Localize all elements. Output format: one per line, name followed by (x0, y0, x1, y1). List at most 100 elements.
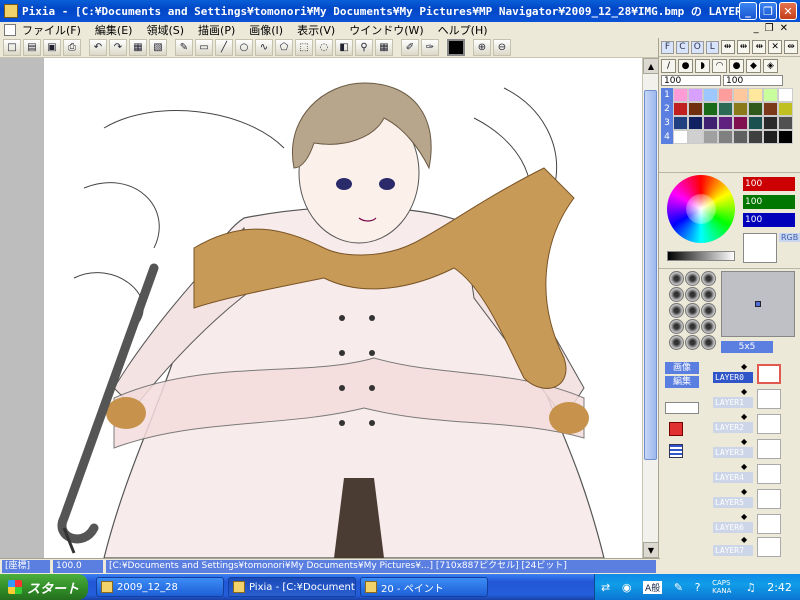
layer-row-5[interactable]: ◆ LAYER5 (705, 487, 799, 511)
palette-swatch[interactable] (733, 102, 748, 116)
palette-swatch[interactable] (688, 116, 703, 130)
palette-swatch[interactable] (703, 116, 718, 130)
layer-row-1[interactable]: ◆ LAYER1 (705, 387, 799, 411)
diamond-tip-icon[interactable]: ◆ (746, 59, 761, 73)
panel-close-icon[interactable]: ✕ (768, 40, 783, 54)
rgb-mode-button[interactable]: RGB (779, 233, 800, 242)
panel-move-icon[interactable]: ⇹ (720, 40, 735, 54)
panel-move-icon-4[interactable]: ⇹ (784, 40, 798, 54)
scroll-up-icon[interactable]: ▲ (643, 58, 659, 74)
palette-swatch[interactable] (688, 130, 703, 144)
brush-shape-option[interactable] (701, 303, 716, 318)
task-folder[interactable]: 2009_12_28 (96, 577, 224, 597)
palette-row-3[interactable]: 3 (661, 116, 673, 130)
mdi-close-button[interactable]: ✕ (780, 23, 794, 34)
clock[interactable]: 2:42 (767, 581, 792, 594)
palette-swatch[interactable] (688, 102, 703, 116)
mdi-restore-button[interactable]: ❐ (765, 23, 780, 34)
layer-visibility-icon[interactable]: ◆ (741, 412, 747, 421)
blue-value-field[interactable]: 100 (743, 213, 795, 227)
layer-visibility-icon[interactable]: ◆ (741, 462, 747, 471)
green-value-field[interactable]: 100 (743, 195, 795, 209)
layer-row-2[interactable]: ◆ LAYER2 (705, 412, 799, 436)
palette-swatch[interactable] (748, 88, 763, 102)
brush-shape-option[interactable] (685, 319, 700, 334)
help-icon[interactable]: ? (695, 581, 701, 594)
paste-icon[interactable]: ▧ (149, 39, 167, 56)
palette-swatch[interactable] (763, 130, 778, 144)
palette-swatch[interactable] (748, 130, 763, 144)
palette-swatch[interactable] (778, 130, 793, 144)
menu-draw[interactable]: 描画(P) (198, 22, 235, 38)
network-icon[interactable]: ⇄ (601, 581, 610, 594)
scroll-down-icon[interactable]: ▼ (643, 542, 659, 558)
maximize-button[interactable]: ❐ (759, 2, 777, 20)
zoom-in-icon[interactable]: ⊕ (473, 39, 491, 56)
layer-row-6[interactable]: ◆ LAYER6 (705, 512, 799, 536)
smudge-icon[interactable]: ✑ (421, 39, 439, 56)
brush-shape-option[interactable] (669, 303, 684, 318)
new-file-icon[interactable]: □ (3, 39, 21, 56)
pen-icon[interactable]: ✎ (175, 39, 193, 56)
eyedropper-icon[interactable]: ⚲ (355, 39, 373, 56)
panel-move-icon-3[interactable]: ⇹ (752, 40, 767, 54)
hard-tip-icon[interactable]: ● (729, 59, 744, 73)
volume-icon[interactable]: ♫ (746, 581, 756, 594)
palette-swatch[interactable] (733, 88, 748, 102)
brush-shape-option[interactable] (669, 287, 684, 302)
save-icon[interactable]: ▣ (43, 39, 61, 56)
start-button[interactable]: スタート (0, 574, 88, 600)
layer-visibility-icon[interactable]: ◆ (741, 362, 747, 371)
layer-opacity-field[interactable] (665, 402, 699, 414)
palette-swatch[interactable] (703, 88, 718, 102)
palette-row-4[interactable]: 4 (661, 130, 673, 144)
brush-shape-option[interactable] (685, 335, 700, 350)
color-wheel[interactable] (667, 175, 735, 243)
round-tip-icon[interactable]: ● (678, 59, 693, 73)
rectangle-icon[interactable]: ▭ (195, 39, 213, 56)
current-color-swatch[interactable] (743, 233, 777, 263)
palette-swatch[interactable] (748, 102, 763, 116)
print-icon[interactable]: ⎙ (63, 39, 81, 56)
menu-edit[interactable]: 編集(E) (95, 22, 133, 38)
brush-shape-option[interactable] (701, 287, 716, 302)
zoom-out-icon[interactable]: ⊖ (493, 39, 511, 56)
palette-swatch[interactable] (673, 102, 688, 116)
fill-icon[interactable]: ◧ (335, 39, 353, 56)
lasso-icon[interactable]: ◌ (315, 39, 333, 56)
palette-swatch[interactable] (673, 88, 688, 102)
layer-list-icon[interactable] (669, 444, 683, 458)
ime-indicator[interactable]: A般 (643, 580, 663, 594)
palette-row-1[interactable]: 1 (661, 88, 673, 102)
brush-tool-icon[interactable]: ✐ (401, 39, 419, 56)
minimize-button[interactable]: _ (739, 2, 757, 20)
tab-o[interactable]: O (690, 40, 704, 54)
palette-swatch[interactable] (673, 130, 688, 144)
undo-icon[interactable]: ↶ (89, 39, 107, 56)
soft-tip-icon[interactable]: ◗ (695, 59, 710, 73)
menu-window[interactable]: ウインドウ(W) (349, 22, 423, 38)
brush-shape-option[interactable] (701, 335, 716, 350)
menu-file[interactable]: ファイル(F) (22, 22, 81, 38)
color-swatch[interactable] (447, 39, 465, 56)
opacity-field[interactable]: 100 (661, 75, 721, 86)
layer-visibility-icon[interactable]: ◆ (741, 512, 747, 521)
drawing-canvas[interactable] (44, 58, 642, 558)
palette-swatch[interactable] (763, 88, 778, 102)
menu-image[interactable]: 画像(I) (249, 22, 283, 38)
layer-visibility-icon[interactable]: ◆ (741, 437, 747, 446)
brush-shape-option[interactable] (685, 287, 700, 302)
panel-move-icon-2[interactable]: ⇹ (736, 40, 751, 54)
pattern-tip-icon[interactable]: ◈ (763, 59, 778, 73)
line-icon[interactable]: ╱ (215, 39, 233, 56)
palette-swatch[interactable] (733, 116, 748, 130)
layer-row-3[interactable]: ◆ LAYER3 (705, 437, 799, 461)
ime-tool-icon[interactable]: ✎ (674, 581, 683, 594)
scroll-thumb[interactable] (644, 90, 657, 460)
palette-row-2[interactable]: 2 (661, 102, 673, 116)
canvas-vertical-scrollbar[interactable]: ▲ ▼ (642, 58, 659, 558)
brush-shape-option[interactable] (701, 319, 716, 334)
density-field[interactable]: 100 (723, 75, 783, 86)
palette-swatch[interactable] (763, 102, 778, 116)
palette-swatch[interactable] (718, 130, 733, 144)
